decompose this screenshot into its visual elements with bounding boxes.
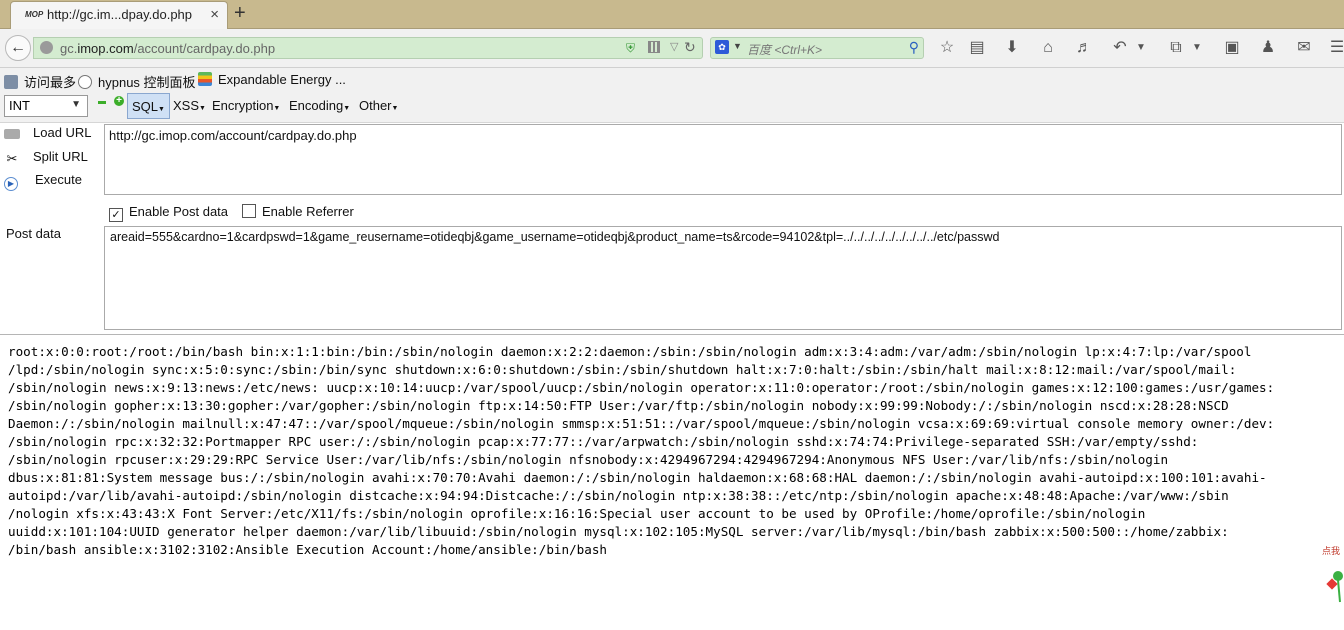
enable-post-checkbox[interactable]: ✓ Enable Post data (109, 204, 228, 222)
chat-icon[interactable]: ✉ (1293, 37, 1315, 59)
post-data-value: areaid=555&cardno=1&cardpswd=1&game_reus… (110, 230, 1000, 244)
output-line: uuidd:x:101:104:UUID generator helper da… (8, 524, 1229, 539)
apple-icon (198, 72, 212, 86)
output-line: /lpd:/sbin/nologin sync:x:5:0:sync:/sbin… (8, 362, 1237, 377)
home-icon[interactable]: ⌂ (1037, 37, 1059, 59)
output-line: /sbin/nologin rpcuser:x:29:29:RPC Servic… (8, 452, 1169, 467)
browser-tab[interactable]: MOP http://gc.im...dpay.do.php × (10, 1, 228, 29)
output-line: /sbin/nologin news:x:9:13:news:/etc/news… (8, 380, 1275, 395)
bookmark-star-icon[interactable]: ☆ (936, 37, 958, 59)
address-bar[interactable]: gc.imop.com/account/cardpay.do.php ⛨ ▽ ↻ (33, 37, 703, 59)
load-icon (4, 129, 20, 139)
corner-badge[interactable]: 点我 (1318, 540, 1344, 610)
close-tab-icon[interactable]: × (210, 6, 219, 23)
play-icon: ▶ (4, 177, 18, 191)
stem-icon (1337, 579, 1341, 603)
menu-other[interactable]: Other▼ (359, 98, 398, 113)
shield-icon[interactable]: ⛨ (626, 41, 635, 56)
chevron-down-icon: ▼ (71, 99, 81, 110)
output-line: /nologin xfs:x:43:43:X Font Server:/etc/… (8, 506, 1146, 521)
menu-encryption[interactable]: Encryption▼ (212, 98, 280, 113)
page-output: root:x:0:0:root:/root:/bin/bash bin:x:1:… (8, 343, 1344, 559)
url-path: /account/cardpay.do.php (133, 41, 276, 56)
divider (0, 334, 1344, 335)
reload-icon[interactable]: ↻ (684, 39, 696, 56)
menu-sql[interactable]: SQL▼ (127, 93, 170, 119)
corner-badge-text: 点我 (1322, 546, 1340, 557)
execute-button[interactable]: ▶ Execute (4, 172, 82, 191)
tab-title: http://gc.im...dpay.do.php (47, 7, 193, 22)
bookmark-expandable-energy[interactable]: Expandable Energy ... (198, 72, 346, 87)
bookmarks-bar: 访问最多 hypnus 控制面板 Expandable Energy ... (0, 68, 1344, 92)
url-value: http://gc.imop.com/account/cardpay.do.ph… (109, 128, 357, 143)
post-data-textarea[interactable]: areaid=555&cardno=1&cardpswd=1&game_reus… (104, 226, 1342, 330)
user-icon[interactable]: ♟ (1257, 37, 1279, 59)
crop-dropdown-icon[interactable]: ▼ (1190, 37, 1204, 59)
search-icon[interactable]: ⚲ (909, 39, 919, 56)
download-icon[interactable]: ⬇ (1001, 37, 1023, 59)
paw-icon[interactable]: ✿ (715, 40, 729, 54)
output-line: /bin/bash ansible:x:3102:3102:Ansible Ex… (8, 542, 607, 557)
arrow-left-icon: ← (10, 39, 26, 56)
bookmark-most-visited[interactable]: 访问最多 (4, 72, 76, 91)
scissors-icon: ✂ (6, 151, 18, 166)
undo-dropdown-icon[interactable]: ▼ (1134, 37, 1148, 59)
hackbar-toolbar: INT ▼ + SQL▼ XSS▼ Encryption▼ Encoding▼ O… (0, 92, 1344, 123)
leaf-icon (1333, 571, 1343, 581)
output-line: /sbin/nologin gopher:x:13:30:gopher:/var… (8, 398, 1229, 413)
url-prefix: gc. (60, 41, 78, 56)
leaf-icon (78, 75, 92, 89)
checkmark-icon: ✓ (109, 208, 123, 222)
output-line: autoipd:/var/lib/avahi-autoipd:/sbin/nol… (8, 488, 1229, 503)
speaker-icon[interactable]: ♬ (1073, 37, 1095, 59)
post-data-label: Post data (6, 226, 61, 241)
output-line: root:x:0:0:root:/root:/bin/bash bin:x:1:… (8, 344, 1252, 359)
menu-xss[interactable]: XSS▼ (173, 98, 206, 113)
split-url-button[interactable]: ✂ Split URL (4, 149, 88, 166)
url-textarea[interactable]: http://gc.imop.com/account/cardpay.do.ph… (104, 124, 1342, 195)
new-tab-button[interactable]: + (234, 2, 246, 24)
qr-code-icon[interactable] (648, 41, 660, 53)
output-line: /sbin/nologin rpc:x:32:32:Portmapper RPC… (8, 434, 1199, 449)
gear-icon (4, 75, 18, 89)
menu-icon[interactable]: ☰ (1326, 37, 1344, 59)
address-url[interactable]: gc.imop.com/account/cardpay.do.php (60, 41, 275, 56)
load-url-button[interactable]: Load URL (4, 125, 92, 140)
enable-referrer-checkbox[interactable]: Enable Referrer (242, 204, 354, 219)
url-domain: imop.com (77, 41, 134, 56)
bookmarks-list-icon[interactable]: ▤ (966, 37, 988, 59)
output-line: dbus:x:81:81:System message bus:/:/sbin/… (8, 470, 1267, 485)
tab-strip: MOP http://gc.im...dpay.do.php × + (0, 0, 1344, 29)
type-select[interactable]: INT ▼ (4, 95, 88, 117)
site-favicon-icon: MOP (25, 10, 44, 19)
back-button[interactable]: ← (5, 35, 31, 61)
output-line: Daemon:/:/sbin/nologin mailnull:x:47:47:… (8, 416, 1275, 431)
decrease-icon[interactable] (98, 101, 106, 104)
history-dropdown-icon[interactable]: ▽ (670, 40, 678, 53)
search-placeholder[interactable]: 百度 <Ctrl+K> (747, 41, 822, 58)
increase-icon[interactable]: + (114, 96, 124, 106)
search-bar[interactable]: ✿ ▼ 百度 <Ctrl+K> ⚲ (710, 37, 924, 59)
crop-icon[interactable]: ⧉ (1165, 37, 1187, 59)
bookmark-hypnus[interactable]: hypnus 控制面板 (78, 72, 196, 91)
undo-icon[interactable]: ↶ (1109, 37, 1131, 59)
reader-icon[interactable]: ▣ (1221, 37, 1243, 59)
site-identity-icon[interactable] (40, 41, 53, 54)
menu-encoding[interactable]: Encoding▼ (289, 98, 350, 113)
search-engine-dropdown-icon[interactable]: ▼ (733, 41, 742, 51)
